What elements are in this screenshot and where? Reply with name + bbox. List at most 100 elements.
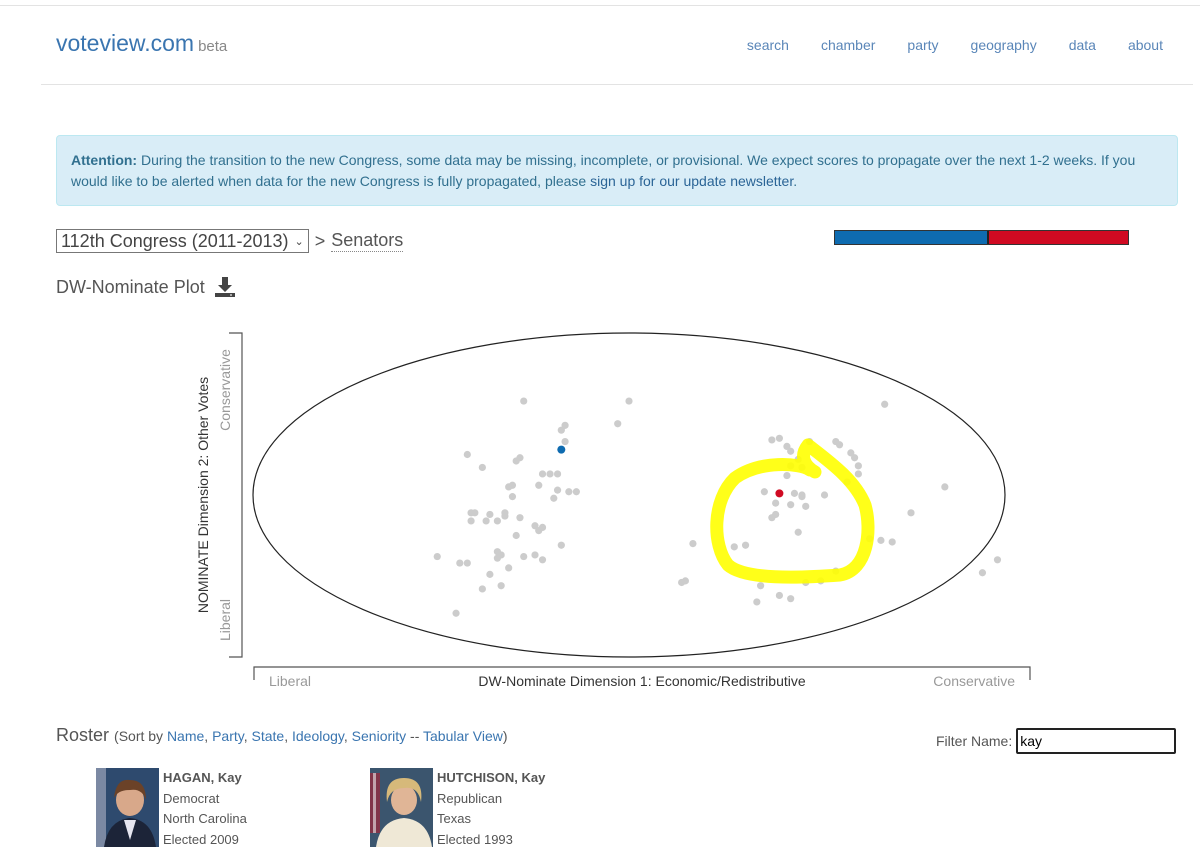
- nominate-boundary-ellipse: [253, 333, 1005, 657]
- nav-party[interactable]: party: [907, 37, 938, 53]
- legislator-point[interactable]: [772, 500, 779, 507]
- legislator-point[interactable]: [941, 483, 948, 490]
- legislator-point[interactable]: [761, 488, 768, 495]
- download-icon[interactable]: [215, 276, 235, 298]
- nav-data[interactable]: data: [1069, 37, 1096, 53]
- sort-by-party[interactable]: Party: [212, 728, 244, 744]
- chamber-breadcrumb-link[interactable]: Senators: [331, 230, 403, 252]
- legislator-point[interactable]: [539, 556, 546, 563]
- member-name[interactable]: HAGAN, Kay: [163, 768, 247, 789]
- legislator-point[interactable]: [802, 503, 809, 510]
- legislator-point[interactable]: [821, 491, 828, 498]
- legislator-point[interactable]: [483, 517, 490, 524]
- legislator-point[interactable]: [558, 542, 565, 549]
- legislator-point[interactable]: [516, 514, 523, 521]
- legislator-point[interactable]: [836, 441, 843, 448]
- legislator-point[interactable]: [994, 556, 1001, 563]
- legislator-point[interactable]: [768, 514, 775, 521]
- highlighted-republican-point[interactable]: [775, 489, 783, 497]
- legislator-point[interactable]: [731, 543, 738, 550]
- nav-search[interactable]: search: [747, 37, 789, 53]
- legislator-point[interactable]: [498, 582, 505, 589]
- legislator-point[interactable]: [479, 464, 486, 471]
- legislator-point[interactable]: [558, 427, 565, 434]
- legislator-point[interactable]: [787, 448, 794, 455]
- legislator-point[interactable]: [554, 487, 561, 494]
- legislator-point[interactable]: [753, 598, 760, 605]
- legislator-point[interactable]: [565, 488, 572, 495]
- legislator-point[interactable]: [798, 493, 805, 500]
- tabular-view-link[interactable]: Tabular View: [423, 728, 503, 744]
- nav-about[interactable]: about: [1128, 37, 1163, 53]
- legislator-point[interactable]: [791, 490, 798, 497]
- legislator-point[interactable]: [516, 454, 523, 461]
- legislator-point[interactable]: [464, 559, 471, 566]
- legislator-point[interactable]: [501, 512, 508, 519]
- legislator-point[interactable]: [546, 470, 553, 477]
- legislator-point[interactable]: [509, 493, 516, 500]
- legislator-point[interactable]: [434, 553, 441, 560]
- member-card[interactable]: HAGAN, Kay Democrat North Carolina Elect…: [96, 768, 247, 850]
- legislator-point[interactable]: [464, 451, 471, 458]
- legislator-point[interactable]: [486, 571, 493, 578]
- legislator-point[interactable]: [539, 470, 546, 477]
- legislator-point[interactable]: [855, 462, 862, 469]
- legislator-point[interactable]: [520, 397, 527, 404]
- legislator-point[interactable]: [494, 555, 501, 562]
- member-card[interactable]: HUTCHISON, Kay Republican Texas Elected …: [370, 768, 545, 850]
- legislator-point[interactable]: [467, 517, 474, 524]
- legislator-point[interactable]: [979, 569, 986, 576]
- legislator-point[interactable]: [494, 517, 501, 524]
- legislator-point[interactable]: [452, 610, 459, 617]
- legislator-point[interactable]: [456, 559, 463, 566]
- highlighted-democrat-point[interactable]: [557, 446, 565, 454]
- legislator-point[interactable]: [689, 540, 696, 547]
- legislator-point[interactable]: [625, 397, 632, 404]
- member-photo: [370, 768, 433, 847]
- legislator-point[interactable]: [881, 401, 888, 408]
- legislator-point[interactable]: [877, 537, 884, 544]
- filter-name-input[interactable]: [1016, 728, 1176, 754]
- legislator-point[interactable]: [614, 420, 621, 427]
- legislator-point[interactable]: [787, 501, 794, 508]
- dw-nominate-scatter-plot[interactable]: NOMINATE Dimension 2: Other Votes Conser…: [0, 300, 1200, 700]
- legislator-point[interactable]: [889, 538, 896, 545]
- legislator-point[interactable]: [550, 495, 557, 502]
- legislator-point[interactable]: [851, 454, 858, 461]
- member-state: Texas: [437, 809, 545, 830]
- sort-by-name[interactable]: Name: [167, 728, 204, 744]
- newsletter-signup-link[interactable]: sign up for our update newsletter: [590, 173, 793, 189]
- sort-by-state[interactable]: State: [252, 728, 285, 744]
- legislator-point[interactable]: [795, 529, 802, 536]
- legislator-point[interactable]: [561, 438, 568, 445]
- legislator-point[interactable]: [531, 551, 538, 558]
- legislator-point[interactable]: [855, 470, 862, 477]
- legislator-point[interactable]: [742, 542, 749, 549]
- legislator-point[interactable]: [907, 509, 914, 516]
- legislator-point[interactable]: [486, 511, 493, 518]
- member-name[interactable]: HUTCHISON, Kay: [437, 768, 545, 789]
- legislator-point[interactable]: [554, 470, 561, 477]
- legislator-point[interactable]: [783, 472, 790, 479]
- legislator-point[interactable]: [509, 482, 516, 489]
- legislator-point[interactable]: [776, 592, 783, 599]
- legislator-point[interactable]: [573, 488, 580, 495]
- legislator-point[interactable]: [787, 595, 794, 602]
- legislator-point[interactable]: [757, 582, 764, 589]
- legislator-point[interactable]: [505, 564, 512, 571]
- nav-geography[interactable]: geography: [971, 37, 1037, 53]
- legislator-point[interactable]: [520, 553, 527, 560]
- legislator-point[interactable]: [535, 482, 542, 489]
- nav-chamber[interactable]: chamber: [821, 37, 875, 53]
- legislator-point[interactable]: [479, 585, 486, 592]
- site-logo-link[interactable]: voteview.combeta: [56, 30, 227, 57]
- legislator-point[interactable]: [513, 532, 520, 539]
- legislator-point[interactable]: [776, 435, 783, 442]
- legislator-point[interactable]: [539, 524, 546, 531]
- congress-select[interactable]: 112th Congress (2011-2013) ⌄: [56, 229, 309, 253]
- legislator-point[interactable]: [471, 509, 478, 516]
- sort-by-ideology[interactable]: Ideology: [292, 728, 344, 744]
- legislator-point[interactable]: [768, 436, 775, 443]
- legislator-point[interactable]: [682, 577, 689, 584]
- sort-by-seniority[interactable]: Seniority: [352, 728, 406, 744]
